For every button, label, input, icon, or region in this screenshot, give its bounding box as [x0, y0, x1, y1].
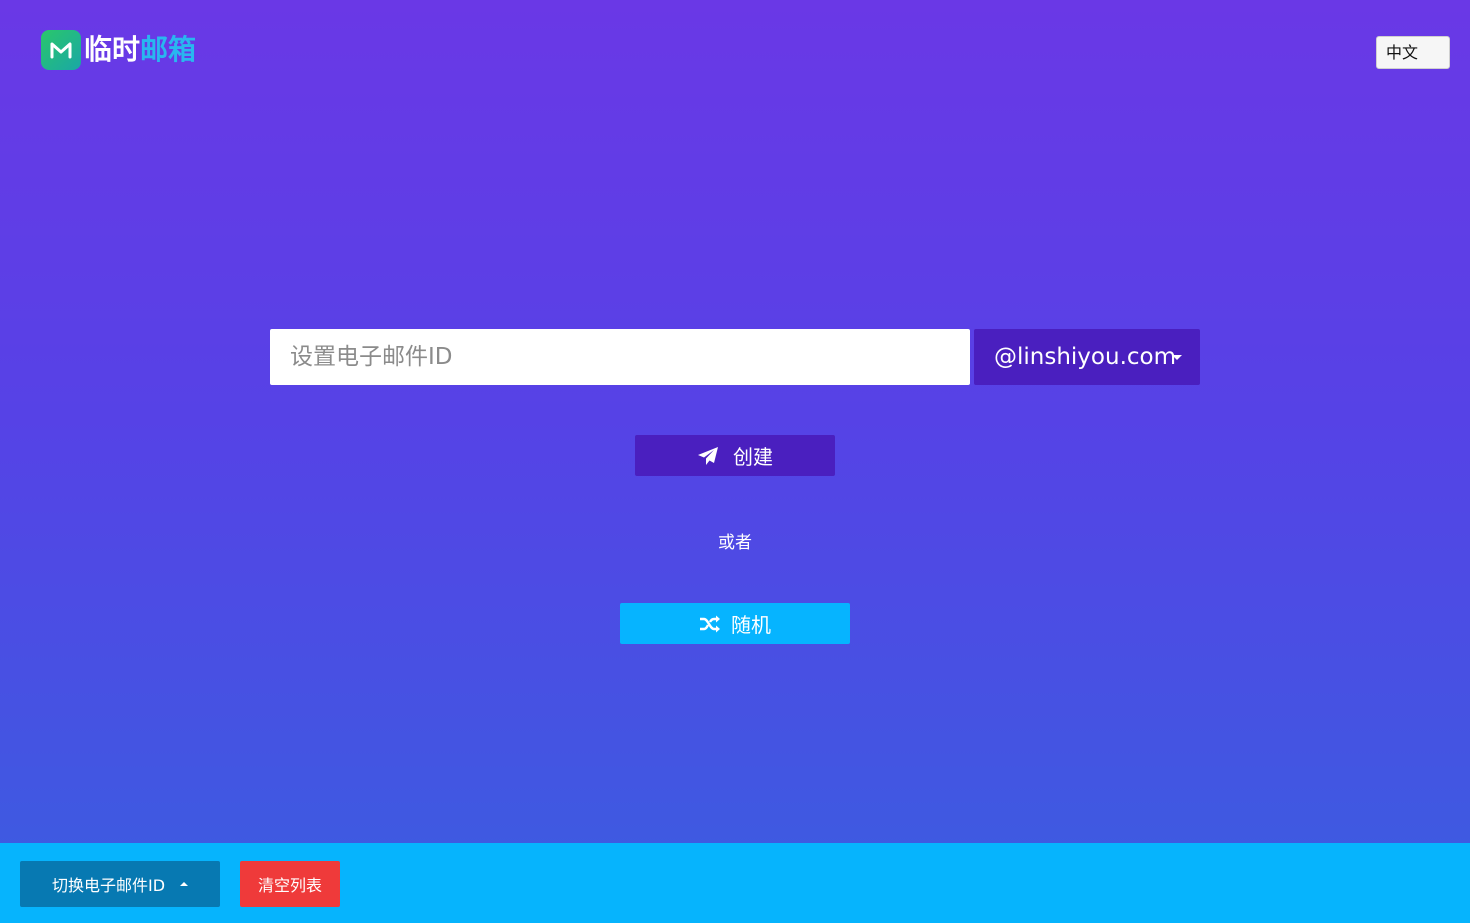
language-select[interactable]: 中文 — [1376, 36, 1450, 69]
create-button[interactable]: 创建 — [635, 435, 835, 476]
random-button[interactable]: 随机 — [620, 603, 850, 644]
random-button-label: 随机 — [731, 613, 771, 637]
switch-email-id-button[interactable]: 切换电子邮件ID — [20, 861, 220, 907]
domain-dropdown[interactable]: @linshiyou.com — [974, 329, 1200, 385]
clear-list-label: 清空列表 — [257, 876, 322, 895]
chevron-up-icon — [180, 882, 188, 886]
clear-list-button[interactable]: 清空列表 — [240, 861, 340, 907]
chevron-down-icon — [1172, 355, 1182, 360]
paper-plane-icon — [698, 446, 718, 465]
create-button-label: 创建 — [733, 445, 773, 469]
domain-label: @linshiyou.com — [994, 344, 1177, 370]
logo-text-white: 临时 — [84, 33, 141, 66]
shuffle-icon — [700, 615, 720, 632]
site-logo[interactable]: 临时邮箱 — [41, 30, 196, 70]
mail-m-icon — [41, 30, 81, 70]
switch-email-id-label: 切换电子邮件ID — [52, 876, 166, 895]
bottom-bar: 切换电子邮件ID 清空列表 — [0, 843, 1470, 923]
logo-text: 临时邮箱 — [84, 30, 196, 70]
or-divider-text: 或者 — [718, 533, 752, 553]
logo-text-blue: 邮箱 — [140, 33, 197, 66]
email-id-input[interactable] — [270, 329, 970, 385]
